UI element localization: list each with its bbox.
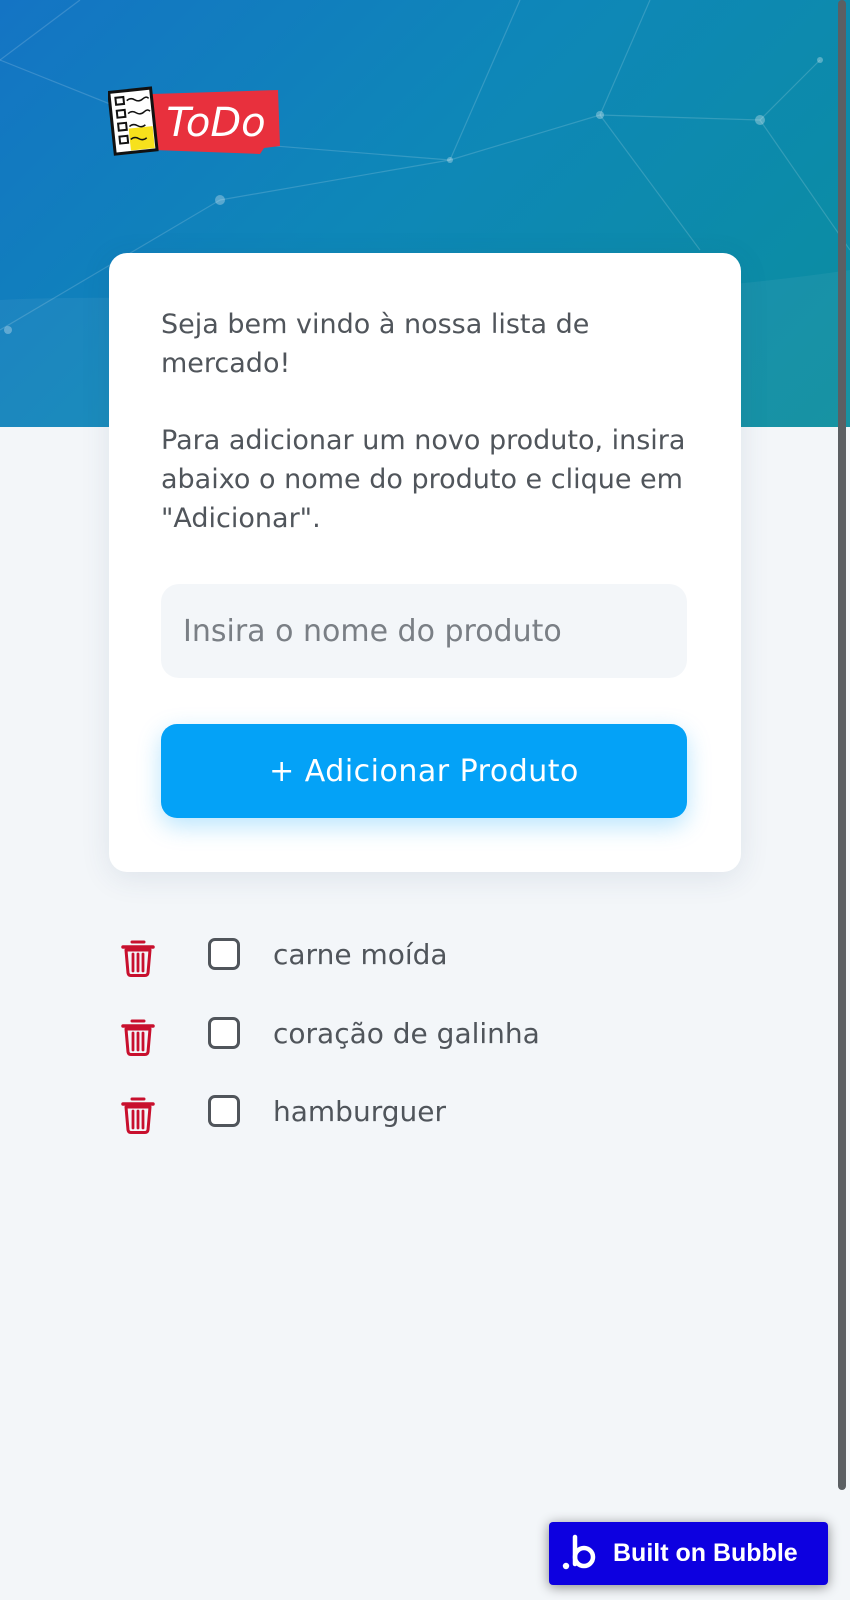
svg-text:ToDo: ToDo: [166, 100, 265, 146]
todo-logo: ToDo: [107, 84, 284, 158]
product-name-input[interactable]: [161, 584, 687, 678]
welcome-text: Seja bem vindo à nossa lista de mercado!: [161, 309, 590, 379]
item-label: hamburguer: [273, 1095, 446, 1128]
bubble-logo-icon: [561, 1534, 599, 1572]
instructions-text: Para adicionar um novo produto, insira a…: [161, 425, 686, 534]
badge-label: Built on Bubble: [613, 1539, 798, 1567]
item-checkbox[interactable]: [208, 938, 240, 970]
main-card: Seja bem vindo à nossa lista de mercado!…: [109, 253, 741, 872]
add-product-button[interactable]: + Adicionar Produto: [161, 724, 687, 818]
item-checkbox[interactable]: [208, 1017, 240, 1049]
item-label: carne moída: [273, 938, 448, 971]
item-label: coração de galinha: [273, 1017, 540, 1050]
scrollbar[interactable]: [838, 0, 846, 1490]
trash-icon[interactable]: [120, 1095, 156, 1135]
list-item: carne moída: [120, 936, 720, 978]
built-on-bubble-badge[interactable]: Built on Bubble: [549, 1522, 828, 1585]
list-item: coração de galinha: [120, 1015, 720, 1057]
trash-icon[interactable]: [120, 938, 156, 978]
item-checkbox[interactable]: [208, 1095, 240, 1127]
list-item: hamburguer: [120, 1093, 720, 1135]
trash-icon[interactable]: [120, 1017, 156, 1057]
